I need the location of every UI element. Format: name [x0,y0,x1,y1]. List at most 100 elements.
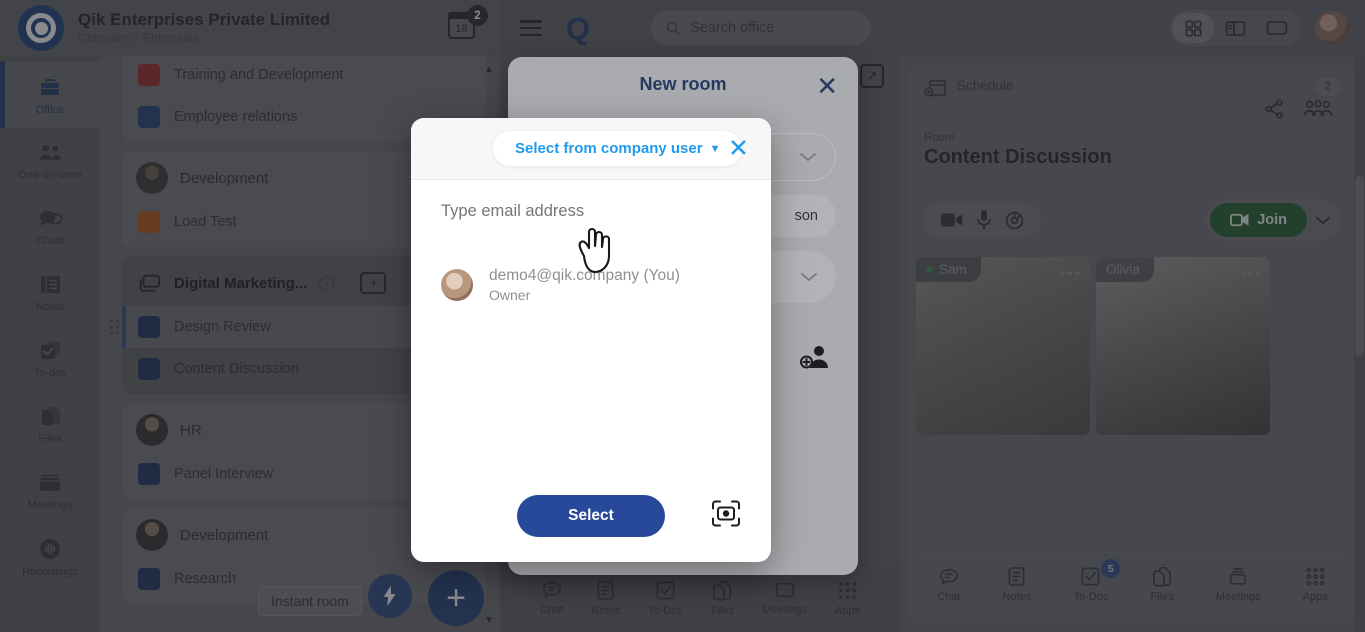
close-icon[interactable]: ✕ [816,73,838,99]
files-icon [41,406,60,426]
toolbar-item-files[interactable]: Files [1151,566,1174,603]
recordings-icon [40,538,60,559]
color-swatch [138,316,160,338]
toolbar-item-chat[interactable]: Chat [937,567,960,603]
toolbar-item-label: Notes [591,604,621,617]
company-name: Qik Enterprises Private Limited [78,10,331,29]
sidebar-item-label: Office [35,103,65,116]
room-card: Schedule 2 Room Content Discussion Join … [908,64,1357,624]
share-icon[interactable] [1263,98,1285,120]
participant-tile[interactable]: Olivia ••• [1096,257,1270,435]
scrollbar-thumb[interactable] [1355,176,1364,356]
instant-room-button[interactable] [368,574,412,618]
sidebar-item-office[interactable]: Office [0,62,100,128]
page-scrollbar[interactable] [1354,56,1365,632]
add-room-button[interactable]: + [360,272,387,294]
nav-rail: Office One-on-ones Chats Notes To-dos Fi… [0,56,100,632]
qik-logo-icon[interactable]: Q [566,13,590,44]
join-button[interactable]: Join [1210,203,1307,237]
chat-bubble-icon [39,210,63,226]
instant-room-tooltip: Instant room [258,586,362,616]
toolbar-item-to-dos[interactable]: 5 To-Dos [1073,559,1121,603]
drag-handle[interactable] [110,319,119,335]
room-type-label: Room [924,132,955,144]
gear-icon[interactable] [1004,210,1025,231]
select-button[interactable]: Select [517,495,665,537]
participants-badge: 2 [1314,78,1341,96]
toolbar-item-label: Chat [540,604,564,616]
close-icon[interactable]: ✕ [728,136,749,161]
toolbar-item-notes[interactable]: Notes [591,580,620,617]
participant-tiles: Sam ••• Olivia ••• [908,257,1357,435]
toolbar-item-to-dos[interactable]: To-Dos [648,580,683,617]
dialog-title: New room [639,74,727,94]
scroll-down-arrow[interactable]: ▼ [484,615,494,626]
toolbar-item-apps[interactable]: Apps [835,580,860,617]
video-camera-icon[interactable] [940,211,964,229]
sidebar-item-to-dos[interactable]: To-dos [0,326,100,392]
more-dots-icon[interactable]: ••• [1240,265,1262,282]
dialog-header: Select from company user ▼ ✕ [411,118,771,180]
email-input[interactable] [441,202,741,221]
toolbar-item-apps[interactable]: Apps [1303,566,1328,603]
hamburger-icon[interactable] [520,20,542,36]
list-item-label: Research [174,571,237,587]
microphone-icon[interactable] [976,209,992,231]
toolbar-item-label: Apps [1302,591,1328,603]
notes-icon [597,580,614,600]
right-panel: Schedule 2 Room Content Discussion Join … [900,56,1365,632]
apps-grid-icon [838,581,856,599]
user-you-tag: (You) [643,267,680,284]
grid-layout-icon[interactable] [1172,13,1214,43]
list-item[interactable]: Training and Development [122,56,486,96]
calendar-add-icon[interactable] [924,78,947,100]
dialog-footer: Select [411,470,771,562]
sidebar-item-label: Chats [35,234,65,247]
add-user-icon [800,346,828,369]
sidebar-item-meetings[interactable]: Meetings [0,458,100,524]
company-subtitle: Company - Enterprise [78,31,200,45]
toolbar-item-chat[interactable]: Chat [540,580,563,616]
sidebar-item-files[interactable]: Files [0,392,100,458]
toolbar-item-label: Chat [937,590,961,603]
list-item-label: Panel Interview [174,466,274,482]
more-dots-icon[interactable]: ••• [1060,265,1082,282]
checkbox-icon [40,341,60,360]
files-icon [1152,567,1171,587]
user-list-item[interactable]: demo4@qik.company (You) Owner [441,267,741,303]
add-button[interactable]: + [428,570,484,626]
toolbar-item-label: Apps [834,604,860,617]
people-group-icon[interactable] [1303,98,1333,120]
sidebar-item-label: One-on-ones [17,168,83,181]
toolbar-item-label: To-Dos [648,604,683,617]
expand-arrow-icon[interactable]: ↗ [860,64,884,88]
add-user-button[interactable] [800,344,830,375]
search-icon [666,21,680,35]
scan-qr-button[interactable] [711,500,741,533]
meetings-icon [1230,567,1247,585]
sidebar-item-notes[interactable]: Notes [0,260,100,326]
single-layout-icon[interactable] [1256,13,1298,43]
info-icon[interactable]: i [319,275,335,291]
calendar-button[interactable]: 16 2 [448,5,488,43]
sidebar-item-chats[interactable]: Chats [0,194,100,260]
layout-toggle-group [1169,10,1301,46]
user-avatar[interactable] [1315,11,1349,45]
toolbar-item-notes[interactable]: Notes [1003,566,1031,603]
sidebar-item-one-on-ones[interactable]: One-on-ones [0,128,100,194]
select-source-dropdown[interactable]: Select from company user ▼ [493,131,743,166]
list-item-label: Load Test [174,214,237,230]
files-icon [713,580,732,600]
toolbar-item-meetings[interactable]: Meetings [762,580,807,616]
toolbar-item-meetings[interactable]: Meetings [1216,566,1261,603]
sidebar-item-recordings[interactable]: Recordings [0,524,100,590]
todos-icon [1081,567,1100,586]
search-input[interactable]: Search office [651,11,872,45]
split-layout-icon[interactable] [1214,13,1256,43]
list-item-label: Training and Development [174,67,344,83]
participant-tile[interactable]: Sam ••• [916,257,1090,435]
online-indicator [926,266,933,273]
toolbar-item-files[interactable]: Files [711,580,734,617]
woman-avatar [136,414,168,446]
chevron-down-icon[interactable] [1315,215,1331,226]
